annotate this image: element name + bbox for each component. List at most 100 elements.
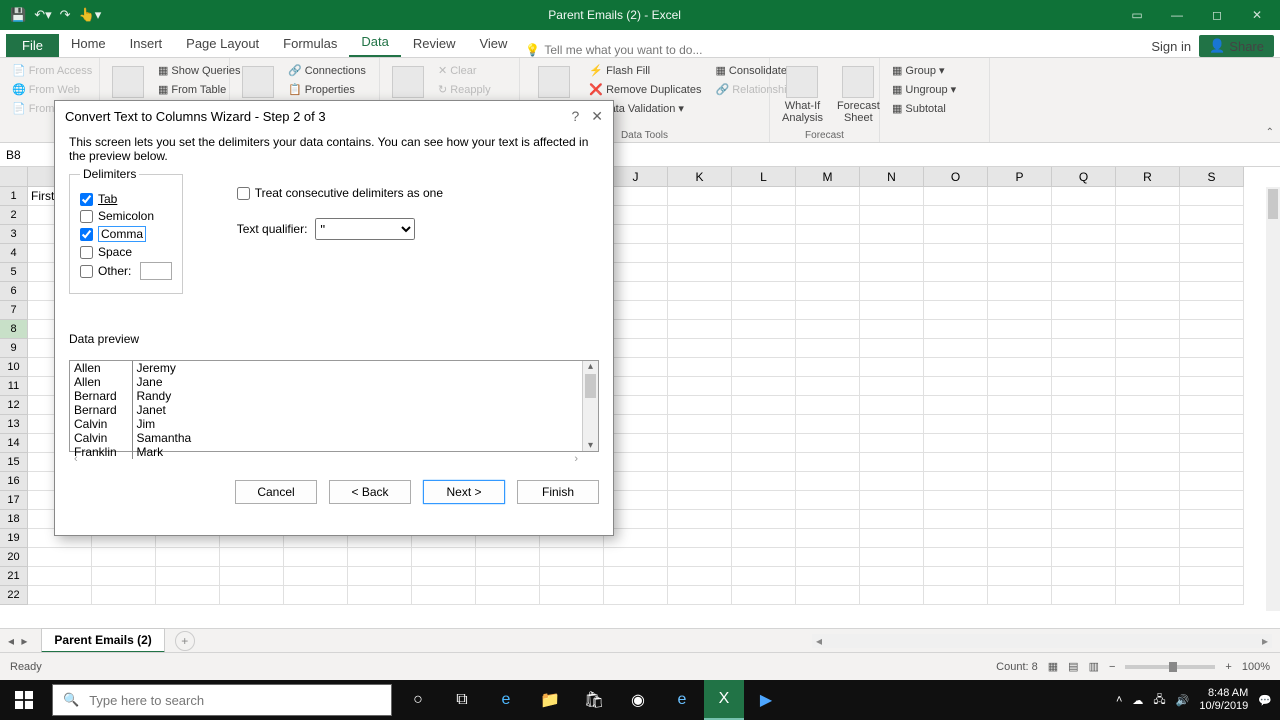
cell[interactable] xyxy=(860,586,924,605)
cell[interactable] xyxy=(476,586,540,605)
cell[interactable] xyxy=(988,244,1052,263)
cell[interactable] xyxy=(412,586,476,605)
cell[interactable] xyxy=(1180,377,1244,396)
cell[interactable] xyxy=(988,301,1052,320)
cell[interactable] xyxy=(732,567,796,586)
cell[interactable] xyxy=(924,377,988,396)
cell[interactable] xyxy=(732,358,796,377)
cell[interactable] xyxy=(860,301,924,320)
cell[interactable] xyxy=(156,548,220,567)
signin-link[interactable]: Sign in xyxy=(1151,39,1191,54)
cell[interactable] xyxy=(860,472,924,491)
cell[interactable] xyxy=(1052,244,1116,263)
cell[interactable] xyxy=(860,491,924,510)
cell[interactable] xyxy=(540,586,604,605)
cell[interactable] xyxy=(732,472,796,491)
cell[interactable] xyxy=(92,586,156,605)
cell[interactable] xyxy=(668,282,732,301)
col-header[interactable]: S xyxy=(1180,167,1244,187)
cell[interactable] xyxy=(988,491,1052,510)
cell[interactable] xyxy=(1116,244,1180,263)
row-header[interactable]: 18 xyxy=(0,510,28,529)
cell[interactable] xyxy=(924,339,988,358)
cell[interactable] xyxy=(860,377,924,396)
cell[interactable] xyxy=(988,206,1052,225)
tab-formulas[interactable]: Formulas xyxy=(271,30,349,57)
chrome-icon[interactable]: ◉ xyxy=(616,680,660,720)
row-header[interactable]: 20 xyxy=(0,548,28,567)
cell[interactable] xyxy=(860,244,924,263)
cell[interactable] xyxy=(668,244,732,263)
cell[interactable] xyxy=(1116,453,1180,472)
cell[interactable] xyxy=(988,263,1052,282)
other-checkbox[interactable] xyxy=(80,265,93,278)
cell[interactable] xyxy=(732,244,796,263)
cell[interactable] xyxy=(732,301,796,320)
zoom-slider[interactable] xyxy=(1125,665,1215,669)
cell[interactable] xyxy=(604,567,668,586)
row-header[interactable]: 15 xyxy=(0,453,28,472)
group[interactable]: ▦Group ▾ xyxy=(888,62,960,79)
row-header[interactable]: 19 xyxy=(0,529,28,548)
cell[interactable] xyxy=(796,225,860,244)
share-button[interactable]: 👤Share xyxy=(1199,35,1274,57)
cell[interactable] xyxy=(220,548,284,567)
movies-icon[interactable]: ▶ xyxy=(744,680,788,720)
cell[interactable] xyxy=(796,339,860,358)
cell[interactable] xyxy=(796,244,860,263)
cell[interactable] xyxy=(732,529,796,548)
cell[interactable] xyxy=(1052,529,1116,548)
cell[interactable] xyxy=(1116,529,1180,548)
cell[interactable] xyxy=(1116,472,1180,491)
cell[interactable] xyxy=(860,206,924,225)
back-button[interactable]: < Back xyxy=(329,480,411,504)
cell[interactable] xyxy=(1052,187,1116,206)
cell[interactable] xyxy=(924,187,988,206)
row-header[interactable]: 4 xyxy=(0,244,28,263)
zoom-in-icon[interactable]: + xyxy=(1225,661,1231,673)
sort[interactable] xyxy=(388,62,428,102)
cell[interactable] xyxy=(988,396,1052,415)
from-access[interactable]: 📄From Access xyxy=(8,62,96,79)
row-header[interactable]: 10 xyxy=(0,358,28,377)
cell[interactable] xyxy=(1116,415,1180,434)
cell[interactable] xyxy=(1116,358,1180,377)
cell[interactable] xyxy=(1180,453,1244,472)
cell[interactable] xyxy=(732,415,796,434)
other-input[interactable] xyxy=(140,262,172,280)
cell[interactable] xyxy=(796,567,860,586)
cell[interactable] xyxy=(220,567,284,586)
cell[interactable] xyxy=(1116,301,1180,320)
cell[interactable] xyxy=(924,491,988,510)
cell[interactable] xyxy=(988,434,1052,453)
cell[interactable] xyxy=(732,187,796,206)
clear[interactable]: ✕Clear xyxy=(434,62,505,79)
cell[interactable] xyxy=(732,320,796,339)
cell[interactable] xyxy=(796,529,860,548)
cell[interactable] xyxy=(924,415,988,434)
name-box[interactable]: B8 xyxy=(0,146,58,164)
cell[interactable] xyxy=(860,567,924,586)
cell[interactable] xyxy=(1180,415,1244,434)
cell[interactable] xyxy=(1180,339,1244,358)
cell[interactable] xyxy=(28,586,92,605)
cell[interactable] xyxy=(796,548,860,567)
minimize-icon[interactable]: — xyxy=(1158,2,1196,28)
cell[interactable] xyxy=(1180,586,1244,605)
cell[interactable] xyxy=(924,244,988,263)
cell[interactable] xyxy=(668,434,732,453)
dialog-close-icon[interactable]: ✕ xyxy=(591,108,603,125)
touchmode-icon[interactable]: 👆▾ xyxy=(79,7,102,23)
cell[interactable] xyxy=(1180,472,1244,491)
cell[interactable] xyxy=(668,472,732,491)
cell[interactable] xyxy=(668,187,732,206)
cell[interactable] xyxy=(1052,282,1116,301)
taskview-icon[interactable]: ⧉ xyxy=(440,680,484,720)
cell[interactable] xyxy=(988,282,1052,301)
maximize-icon[interactable]: ◻ xyxy=(1198,2,1236,28)
cell[interactable] xyxy=(924,225,988,244)
refresh-all[interactable] xyxy=(238,62,278,102)
cell[interactable] xyxy=(92,567,156,586)
save-icon[interactable]: 💾 xyxy=(10,7,26,23)
cell[interactable] xyxy=(988,567,1052,586)
